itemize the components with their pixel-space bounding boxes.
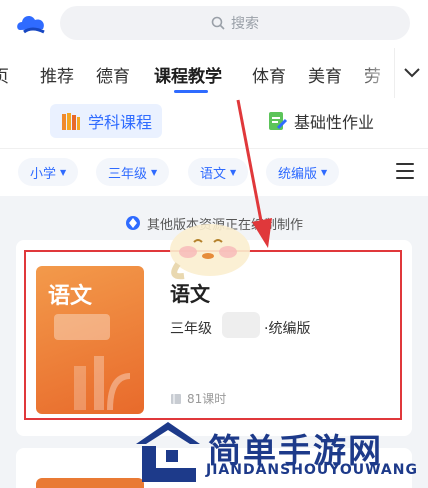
- tab-partial-left[interactable]: 页: [0, 62, 9, 87]
- course-grade: 三年级: [170, 321, 212, 337]
- category-toggle: 学科课程 基础性作业: [0, 98, 428, 148]
- app-logo-icon[interactable]: [14, 10, 50, 38]
- filter-label: 语文: [200, 166, 227, 182]
- dropdown-caret-icon: ▼: [151, 167, 158, 177]
- course-cover-next[interactable]: [36, 478, 144, 488]
- course-cover[interactable]: 语文: [36, 266, 144, 414]
- cover-illustration: [74, 356, 131, 410]
- tab-sports[interactable]: 体育: [252, 62, 286, 87]
- mascot-sticker: [170, 224, 250, 280]
- course-hours-text: 81课时: [187, 392, 227, 406]
- tab-moral[interactable]: 德育: [96, 62, 130, 87]
- category-label: 学科课程: [88, 113, 153, 132]
- course-edition: ·统编版: [264, 321, 311, 337]
- dropdown-caret-icon: ▼: [230, 167, 237, 177]
- search-placeholder: 搜索: [231, 16, 259, 32]
- tabs-more-button[interactable]: [394, 48, 428, 98]
- tab-recommend[interactable]: 推荐: [40, 62, 74, 87]
- blurred-text: [222, 312, 260, 338]
- filter-subject[interactable]: 语文 ▼: [188, 158, 249, 186]
- dropdown-caret-icon: ▼: [60, 167, 67, 177]
- tab-arts[interactable]: 美育: [308, 62, 342, 87]
- info-badge-icon: [125, 216, 140, 230]
- course-subject: 语文: [170, 282, 210, 306]
- filter-label: 小学: [30, 166, 57, 182]
- chevron-down-icon: [403, 68, 420, 78]
- dropdown-caret-icon: ▼: [321, 167, 328, 177]
- app-screen: 搜索 页 推荐 德育 课程教学 体育 美育 劳 学科课程: [0, 0, 428, 488]
- watermark-subtitle: JIANDANSHOUYOUWANG: [206, 462, 418, 478]
- top-bar: 搜索: [0, 0, 428, 48]
- tab-course-teaching[interactable]: 课程教学: [154, 62, 222, 87]
- cover-blurred-text: [54, 314, 110, 340]
- cover-title: 语文: [48, 283, 93, 309]
- book-icon: [171, 393, 181, 404]
- homework-icon: [269, 112, 288, 130]
- filter-edition[interactable]: 统编版 ▼: [266, 158, 340, 186]
- filter-bar: 小学 ▼ 三年级 ▼ 语文 ▼ 统编版 ▼: [0, 148, 428, 196]
- channel-tabs: 页 推荐 德育 课程教学 体育 美育 劳: [0, 48, 428, 98]
- filter-grade[interactable]: 三年级 ▼: [96, 158, 170, 186]
- tabs-fade: [358, 48, 398, 98]
- filter-stage[interactable]: 小学 ▼: [18, 158, 79, 186]
- filter-label: 三年级: [108, 166, 148, 182]
- filter-label: 统编版: [278, 166, 318, 182]
- category-subject-course[interactable]: 学科课程: [50, 104, 163, 138]
- category-basic-homework[interactable]: 基础性作业: [256, 104, 384, 138]
- search-icon: [211, 16, 225, 30]
- active-tab-indicator: [174, 90, 208, 93]
- menu-icon[interactable]: [396, 163, 414, 179]
- category-label: 基础性作业: [294, 113, 375, 132]
- course-hours: 81课时: [170, 390, 226, 407]
- search-input[interactable]: 搜索: [60, 6, 410, 40]
- watermark-logo: [136, 422, 200, 482]
- books-icon: [62, 113, 80, 130]
